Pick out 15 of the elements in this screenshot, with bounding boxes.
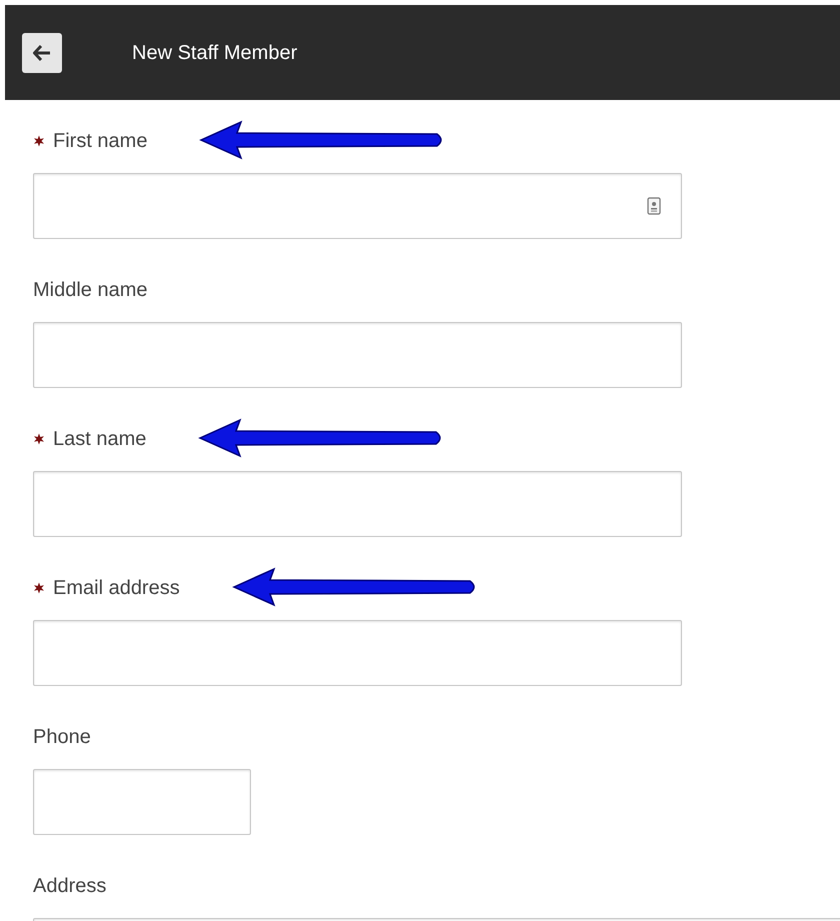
field-label: Address bbox=[33, 874, 106, 899]
input-field[interactable] bbox=[33, 173, 682, 239]
input-field[interactable] bbox=[33, 769, 251, 835]
back-button[interactable] bbox=[22, 32, 62, 72]
field-label: First name bbox=[53, 129, 148, 154]
left-arrow-icon bbox=[33, 44, 51, 60]
input-field[interactable] bbox=[33, 471, 682, 537]
field-label: Phone bbox=[33, 725, 91, 750]
input-field[interactable] bbox=[33, 322, 682, 388]
field-label: Email address bbox=[53, 576, 180, 601]
field-label: Last name bbox=[53, 427, 146, 452]
field-label: Middle name bbox=[33, 278, 148, 303]
input-field[interactable] bbox=[33, 620, 682, 686]
header-title: New Staff Member bbox=[132, 40, 298, 66]
contact-card-icon[interactable] bbox=[647, 197, 661, 215]
